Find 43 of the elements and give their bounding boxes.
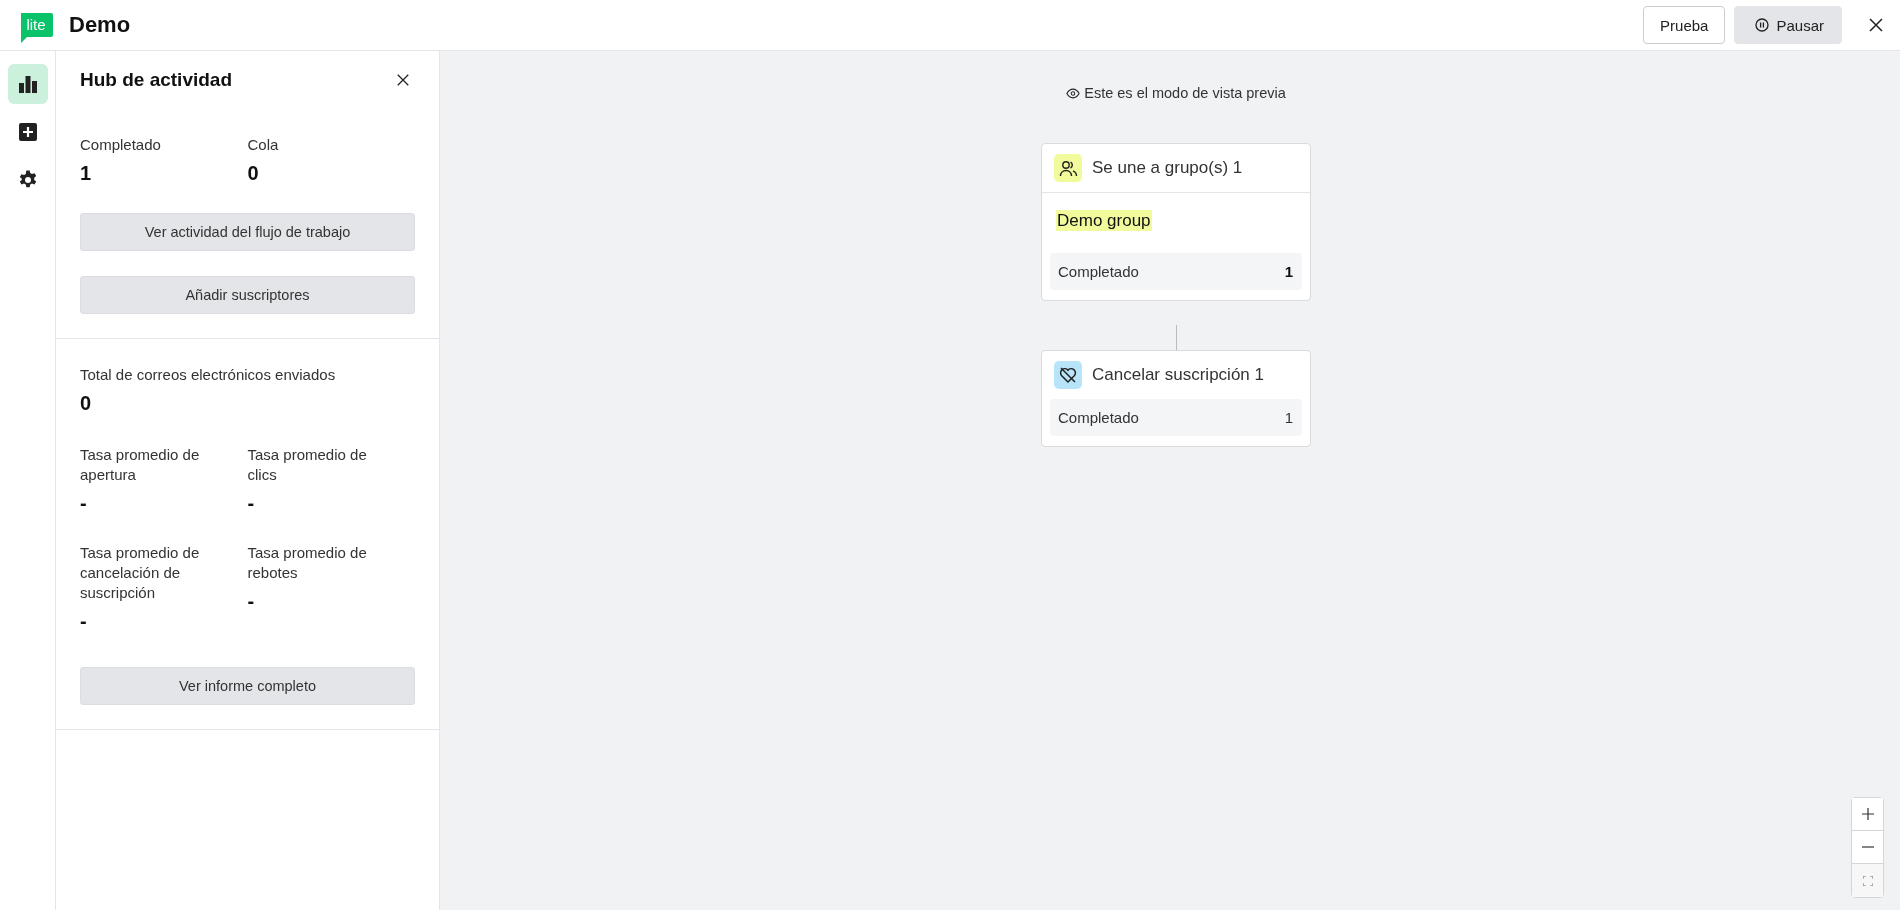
stat-value: 0 <box>80 392 93 415</box>
stat-label: Tasa promedio de apertura <box>80 445 201 485</box>
bar-chart-icon <box>16 73 39 95</box>
pause-button[interactable]: Pausar <box>1734 6 1842 44</box>
close-icon[interactable] <box>1868 17 1884 33</box>
report-button[interactable]: Ver informe completo <box>80 667 415 705</box>
stat-value: - <box>80 492 88 515</box>
rail-button[interactable] <box>7 64 48 104</box>
node-title: Se une a grupo(s) 1 <box>1092 158 1243 178</box>
eye-icon <box>1066 87 1081 99</box>
connector-line <box>1175 325 1177 350</box>
stat-label: Tasa promedio de rebotes <box>247 543 368 583</box>
action-button[interactable]: Ver actividad del flujo de trabajo <box>80 213 415 251</box>
group-tag: Demo group <box>1056 210 1152 231</box>
stat-label: Completado <box>1058 263 1139 280</box>
zoom-in-button[interactable] <box>1852 798 1883 831</box>
panel-title: Hub de actividad <box>80 69 233 91</box>
minus-icon <box>1861 846 1874 848</box>
workflow-title: Demo <box>69 12 131 38</box>
plus-icon <box>1861 808 1874 820</box>
stat-label: Tasa promedio de cancelación de suscripción <box>80 543 201 603</box>
stat-label: Completado <box>80 135 162 155</box>
fit-view-icon <box>1862 875 1873 886</box>
workflow-node[interactable]: Cancelar suscripción 1 Completado 1 <box>1041 350 1311 447</box>
workflow-node[interactable]: Se une a grupo(s) 1 Demo group Completado 1 <box>1041 143 1311 301</box>
stat-value: - <box>247 590 256 613</box>
node-title: Cancelar suscripción 1 <box>1092 365 1264 385</box>
stat-label: Total de correos electrónicos enviados <box>80 365 337 385</box>
notice-text: Este es el modo de vista previa <box>1084 85 1286 101</box>
test-button[interactable]: Prueba <box>1643 6 1726 44</box>
stat-label: Completado <box>1058 409 1139 426</box>
stat-value: 1 <box>1284 263 1293 280</box>
add-icon <box>16 121 39 143</box>
stat-value: 1 <box>80 162 93 185</box>
action-button[interactable]: Añadir suscriptores <box>80 276 415 314</box>
stat-label: Tasa promedio de clics <box>247 445 368 485</box>
pause-icon <box>1755 18 1770 32</box>
stat-value: - <box>247 492 256 515</box>
stat-label: Cola <box>247 135 280 155</box>
close-icon[interactable] <box>396 73 410 87</box>
stat-value: - <box>80 610 88 633</box>
stat-value: 1 <box>1284 409 1293 426</box>
stat-value: 0 <box>247 162 260 185</box>
